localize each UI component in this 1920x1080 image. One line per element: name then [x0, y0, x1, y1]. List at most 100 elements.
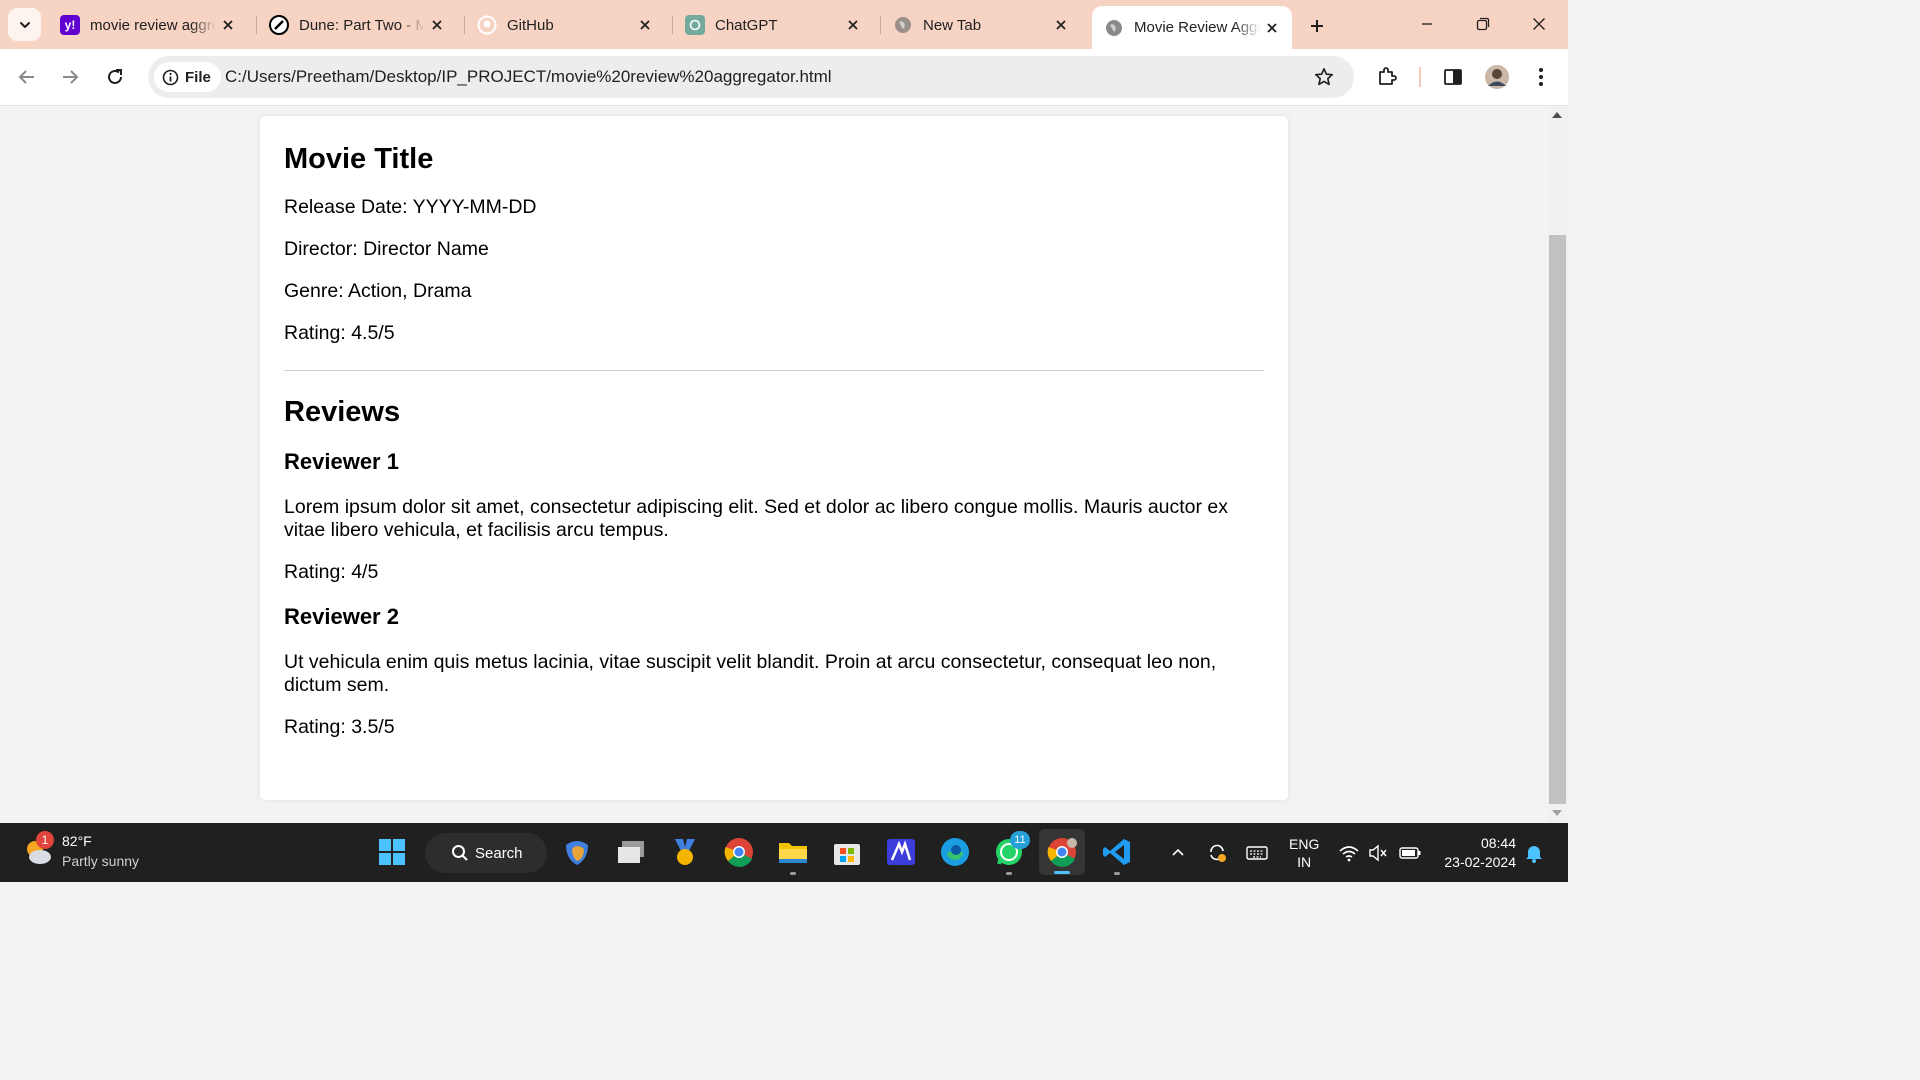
tab-github[interactable]: GitHub	[465, 8, 665, 42]
release-date: Release Date: YYYY-MM-DD	[284, 196, 537, 218]
plus-icon	[1311, 20, 1323, 32]
scroll-up-arrow-icon[interactable]	[1552, 112, 1562, 118]
tab-new-tab[interactable]: New Tab	[881, 8, 1081, 42]
forward-button[interactable]	[54, 61, 86, 93]
taskbar-app-whatsapp[interactable]: 11	[992, 831, 1030, 875]
weather-text: 82°F Partly sunny	[62, 831, 139, 871]
notifications-button[interactable]	[1524, 843, 1544, 863]
touch-keyboard-button[interactable]	[1245, 843, 1269, 863]
volume-tray-icon[interactable]	[1368, 843, 1388, 863]
scroll-down-arrow-icon[interactable]	[1552, 810, 1562, 816]
chevron-up-icon	[1172, 848, 1184, 856]
tab-title: ChatGPT	[715, 16, 778, 34]
weather-badge: 1	[36, 831, 54, 849]
review-item: Reviewer 2 Ut vehicula enim quis metus l…	[284, 604, 1264, 739]
taskbar-app-task-view[interactable]	[614, 835, 648, 869]
clock[interactable]: 08:44 23-02-2024	[1436, 834, 1516, 872]
show-hidden-icons-button[interactable]	[1168, 843, 1188, 863]
chrome-icon	[1047, 838, 1077, 867]
review-text: Lorem ipsum dolor sit amet, consectetur …	[284, 496, 1229, 541]
bookmark-button[interactable]	[1308, 62, 1340, 92]
sync-tray-icon[interactable]	[1207, 843, 1227, 863]
tab-chatgpt[interactable]: ChatGPT	[673, 8, 873, 42]
close-tab-icon[interactable]	[1260, 16, 1284, 40]
dune-icon	[269, 15, 289, 35]
tab-title: Movie Review Aggregator	[1134, 19, 1260, 36]
taskbar-app-editor[interactable]	[884, 835, 918, 869]
reload-icon	[108, 69, 122, 84]
divider	[284, 370, 1264, 371]
close-tab-icon[interactable]	[216, 13, 240, 37]
wifi-tray-icon[interactable]	[1339, 843, 1359, 863]
close-tab-icon[interactable]	[1049, 13, 1073, 37]
tab-yahoo[interactable]: y! movie review aggregator - Yahoo Searc…	[48, 8, 248, 42]
movie-rating: Rating: 4.5/5	[284, 322, 395, 344]
close-tab-icon[interactable]	[841, 13, 865, 37]
extensions-button[interactable]	[1371, 61, 1403, 93]
windows-icon	[379, 839, 405, 865]
taskbar-app-chrome-active[interactable]	[1039, 829, 1085, 875]
side-panel-button[interactable]	[1437, 61, 1469, 93]
restore-icon	[1476, 17, 1490, 31]
movie-card: Movie Title Release Date: YYYY-MM-DD Dir…	[260, 116, 1288, 800]
close-window-button[interactable]	[1512, 4, 1566, 44]
vertical-scrollbar[interactable]	[1548, 106, 1568, 823]
yahoo-icon: y!	[60, 15, 80, 35]
weather-widget[interactable]: 1 82°F Partly sunny	[22, 831, 139, 871]
url-text[interactable]: C:/Users/Preetham/Desktop/IP_PROJECT/mov…	[225, 67, 832, 87]
clock-date: 23-02-2024	[1444, 854, 1516, 870]
avatar	[1485, 65, 1509, 89]
genre: Genre: Action, Drama	[284, 280, 472, 302]
new-tab-button[interactable]	[1302, 11, 1332, 41]
taskbar: 1 82°F Partly sunny Search 11 ENG IN 08:…	[0, 823, 1568, 882]
language-indicator[interactable]: ENG IN	[1289, 835, 1319, 871]
profile-button[interactable]	[1481, 61, 1513, 93]
running-indicator	[1114, 872, 1120, 875]
keyboard-icon	[1246, 846, 1268, 860]
running-indicator	[790, 872, 796, 875]
more-vertical-icon	[1539, 68, 1543, 86]
whatsapp-badge: 11	[1010, 831, 1030, 849]
taskbar-app-copilot[interactable]	[560, 835, 594, 869]
review-rating: Rating: 4/5	[284, 561, 379, 583]
back-button[interactable]	[11, 61, 43, 93]
browser-toolbar: File C:/Users/Preetham/Desktop/IP_PROJEC…	[0, 49, 1568, 106]
partly-sunny-icon: 1	[22, 831, 54, 867]
site-chip-label: File	[185, 68, 211, 86]
taskbar-app-microsoft-store[interactable]	[830, 835, 864, 869]
side-panel-icon	[1444, 69, 1462, 85]
restore-button[interactable]	[1456, 4, 1510, 44]
arrow-left-icon	[18, 70, 34, 84]
active-indicator	[1054, 871, 1070, 874]
tab-title: movie review aggregator - Yahoo Search	[90, 16, 216, 34]
tab-title: New Tab	[923, 16, 982, 34]
scroll-thumb[interactable]	[1549, 235, 1566, 804]
address-bar[interactable]: File C:/Users/Preetham/Desktop/IP_PROJEC…	[148, 56, 1354, 98]
tab-movie-review-aggregator[interactable]: Movie Review Aggregator	[1092, 6, 1292, 49]
reviews-heading: Reviews	[284, 396, 401, 428]
tab-search-button[interactable]	[8, 8, 41, 41]
tab-strip: y! movie review aggregator - Yahoo Searc…	[0, 0, 1568, 49]
site-info-chip[interactable]: File	[154, 62, 221, 92]
taskbar-app-edge[interactable]	[938, 835, 972, 869]
taskbar-search[interactable]: Search	[425, 833, 547, 873]
close-tab-icon[interactable]	[425, 13, 449, 37]
taskbar-app-file-explorer[interactable]	[776, 835, 810, 875]
page-viewport: Movie Title Release Date: YYYY-MM-DD Dir…	[0, 106, 1548, 823]
taskbar-app-chrome[interactable]	[722, 835, 756, 869]
taskbar-app-vscode[interactable]	[1100, 835, 1134, 875]
close-tab-icon[interactable]	[633, 13, 657, 37]
minimize-button[interactable]	[1400, 4, 1454, 44]
taskbar-app-medal[interactable]	[668, 835, 702, 869]
puzzle-icon	[1379, 67, 1397, 85]
start-button[interactable]	[375, 835, 409, 869]
movie-title: Movie Title	[284, 143, 434, 175]
reviewer-name: Reviewer 2	[284, 604, 399, 629]
tab-title: Dune: Part Two - Movie	[299, 16, 425, 34]
running-indicator	[1006, 872, 1012, 875]
battery-tray-icon[interactable]	[1398, 843, 1422, 863]
reload-button[interactable]	[99, 61, 131, 93]
tab-dune[interactable]: Dune: Part Two - Movie	[257, 8, 457, 42]
copilot-icon	[566, 841, 588, 865]
menu-button[interactable]	[1525, 61, 1557, 93]
